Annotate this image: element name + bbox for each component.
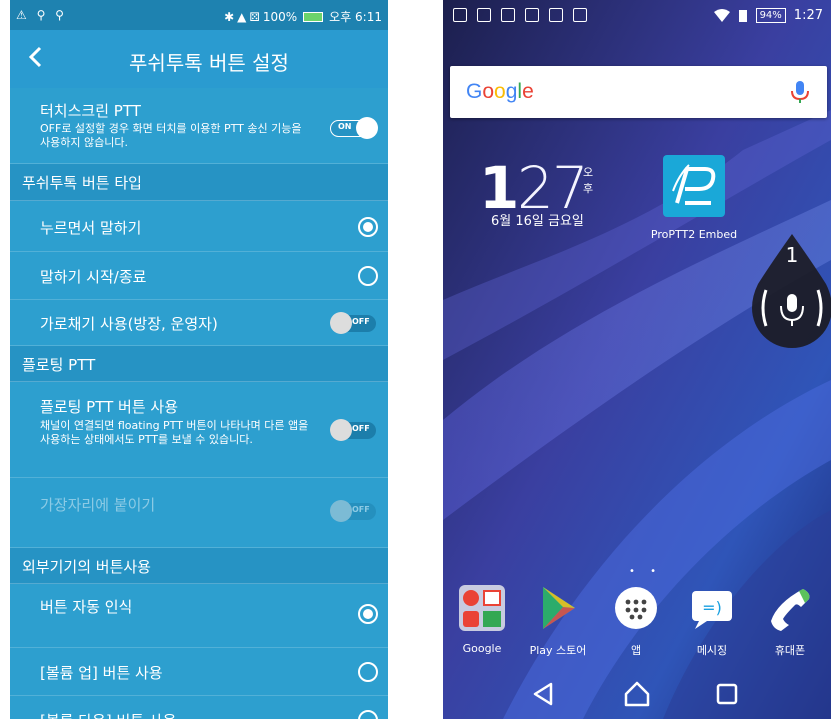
option-label: 버튼 자동 인식 [40,598,133,616]
radio-auto-detect[interactable] [358,604,378,624]
radio-hold-to-talk[interactable] [358,217,378,237]
app-label: 앱 [630,644,642,657]
app-label: 휴대폰 [774,644,806,657]
battery-icon [303,11,324,22]
google-search-bar[interactable]: Google [450,66,827,118]
page-indicator: • • [629,566,662,577]
status-bar: 94% 1:27 [443,0,831,34]
clock-hour: 1 [479,154,520,222]
option-label: 말하기 시작/종료 [40,268,147,286]
app-label: Play 스토어 [529,644,587,657]
option-label: [볼륨 업] 버튼 사용 [40,664,163,682]
option-volume-down[interactable]: [볼륨 다운] 버튼 사용 [10,696,388,719]
google-folder-icon [459,585,505,631]
option-start-stop[interactable]: 말하기 시작/종료 [10,252,388,300]
app-play-store[interactable]: Play 스토어 [527,585,589,658]
wifi-icon: ▲ [237,9,247,24]
option-hold-to-talk[interactable]: 누르면서 말하기 [10,201,388,252]
play-store-icon [543,587,575,629]
app-drawer[interactable]: 앱 [605,585,667,658]
radio-volume-up[interactable] [358,662,378,682]
google-logo: Google [466,80,534,103]
setting-snap-edge: 가장자리에 붙이기 OFF [10,478,388,548]
setting-description: OFF로 설정할 경우 화면 터치를 이용한 PTT 송신 기능을 사용하지 않… [40,122,302,149]
phone-icon [771,589,810,631]
back-icon[interactable] [529,680,557,708]
sim-icon [738,9,747,22]
app-drawer-icon [615,587,657,629]
mic-icon[interactable] [789,80,811,104]
checkbox-icon [549,8,563,22]
page-title: 푸쉬투톡 버튼 설정 [129,51,289,75]
proptt-icon [663,155,725,217]
section-header-floating: 플로팅 PTT [10,346,388,382]
signal-icon: ⚄ [249,9,260,24]
home-screen: 94% 1:27 Google 1 27 오후 6월 16일 금요일 ProPT… [443,0,831,719]
option-auto-detect[interactable]: 버튼 자동 인식 [10,584,388,648]
radio-start-stop[interactable] [358,266,378,286]
floating-ptt-button[interactable]: 1 [752,232,831,368]
battery-percent: 100% [262,9,298,24]
app-label: 메시징 [696,644,728,657]
battery-percent: 94% [755,8,786,23]
intercept-toggle[interactable]: OFF [330,312,378,334]
recents-icon[interactable] [713,680,741,708]
notification-icons [453,8,587,22]
section-header-external: 외부기기의 버튼사용 [10,548,388,584]
setting-label: 가장자리에 붙이기 [40,496,156,514]
section-header-button-type: 푸쉬투톡 버튼 타입 [10,164,388,201]
dropbox-icon [477,8,491,22]
app-proptt2[interactable]: ProPTT2 Embed [639,155,749,241]
notification-icons: ⚠ ⚲ ⚲ [16,8,67,22]
float-badge: 1 [786,243,799,267]
clock-date: 6월 16일 금요일 [491,214,584,229]
status-bar: ⚠ ⚲ ⚲ ✱ ▲ ⚄ 100% 오후 6:11 [10,0,388,30]
setting-label: 플로팅 PTT 버튼 사용 [40,398,179,416]
gallery-icon [501,8,515,22]
calendar-icon [573,8,587,22]
app-google-folder[interactable]: Google [451,585,513,655]
messaging-icon: =) [692,591,732,629]
app-bar: 푸쉬투톡 버튼 설정 [10,30,388,88]
setting-description: 채널이 연결되면 floating PTT 버튼이 나타나며 다른 앱을 사용하… [40,419,309,446]
bluetooth-icon: ✱ [224,9,235,24]
app-label: ProPTT2 Embed [650,228,738,241]
status-time: 1:27 [793,8,823,23]
radio-volume-down[interactable] [358,710,378,719]
settings-screen: ⚠ ⚲ ⚲ ✱ ▲ ⚄ 100% 오후 6:11 푸쉬투톡 버튼 설정 터치스크… [10,0,388,719]
setting-floating-ptt[interactable]: 플로팅 PTT 버튼 사용 채널이 연결되면 floating PTT 버튼이 … [10,382,388,478]
notification-icon [453,8,467,22]
status-icons: ✱ ▲ ⚄ 100% 오후 6:11 [224,8,382,25]
setting-label: 터치스크린 PTT [40,102,141,120]
setting-touch-ptt[interactable]: 터치스크린 PTT OFF로 설정할 경우 화면 터치를 이용한 PTT 송신 … [10,88,388,164]
wifi-icon [713,9,730,22]
svg-text:=): =) [702,598,722,617]
clock-ampm: 오후 [583,166,594,195]
clock-minute: 27 [517,154,589,222]
touch-ptt-toggle[interactable]: ON [330,117,378,139]
floating-ptt-toggle[interactable]: OFF [330,419,378,441]
option-label: 누르면서 말하기 [40,219,142,237]
status-time: 오후 6:11 [329,10,382,24]
app-messaging[interactable]: =) 메시징 [681,585,743,658]
option-label: [볼륨 다운] 버튼 사용 [40,710,176,719]
option-intercept[interactable]: 가로채기 사용(방장, 운영자) OFF [10,300,388,346]
option-label: 가로채기 사용(방장, 운영자) [40,315,218,333]
home-icon[interactable] [623,680,651,708]
app-label: Google [462,642,502,655]
app-phone[interactable]: 휴대폰 [759,585,821,658]
navigation-bar [443,670,831,719]
option-volume-up[interactable]: [볼륨 업] 버튼 사용 [10,648,388,696]
ptt-icon [525,8,539,22]
snap-edge-toggle: OFF [330,500,378,522]
status-icons: 94% 1:27 [713,8,823,23]
